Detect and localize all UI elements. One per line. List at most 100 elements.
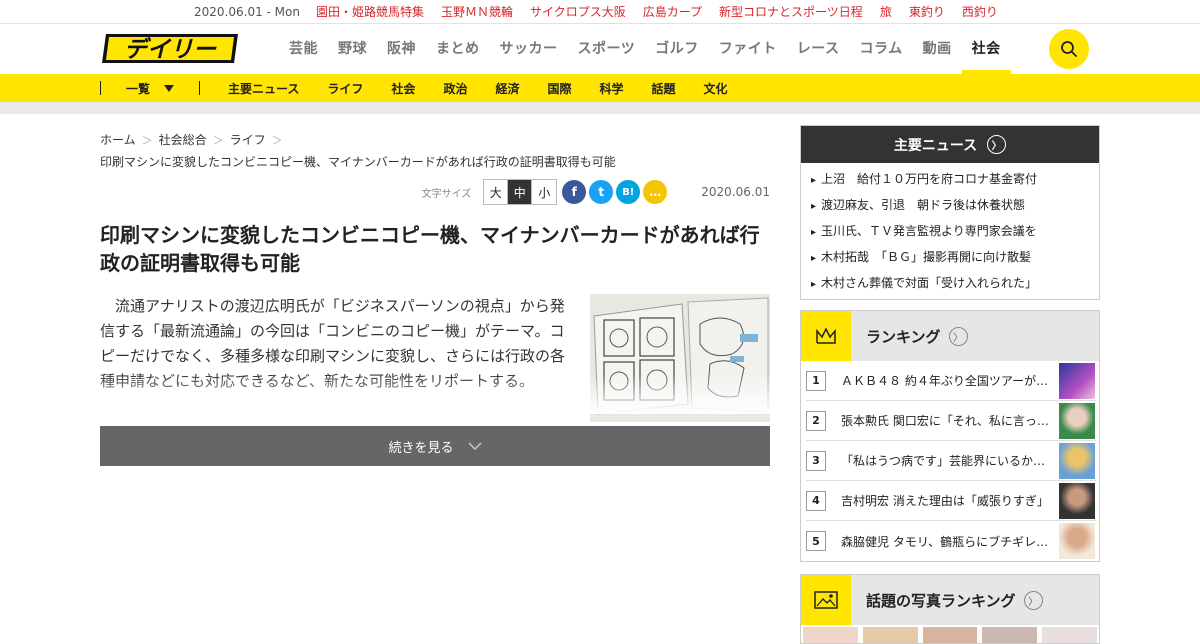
list-dropdown-label: 一覧 [126,81,151,96]
photo-ranking-header[interactable]: 話題の写真ランキング 〉 [801,575,1099,625]
breadcrumb: ホーム ＞ 社会総合 ＞ ライフ ＞ [100,131,770,148]
nav-soccer[interactable]: サッカー [490,24,568,74]
twitter-icon[interactable]: t [589,180,614,204]
rank-number: 3 [806,450,826,471]
chevron-right-icon: 〉 [1023,590,1043,610]
ranking-item[interactable]: 3 「私はうつ病です」芸能界にいるから… [806,441,1097,481]
nav-fight[interactable]: ファイト [709,24,787,74]
news-item[interactable]: 木村さん葬儀で対面「受け入れられた」 [811,271,1089,297]
read-more-button[interactable]: 続きを見る [100,426,770,466]
search-icon [1061,41,1077,57]
font-size-small[interactable]: 小 [532,180,556,204]
comment-icon[interactable]: … [643,180,668,204]
main-news-header[interactable]: 主要ニュース 〉 [801,126,1099,163]
facebook-icon[interactable]: f [562,180,587,204]
top-link-keirin[interactable]: 玉野ＭＮ競輪 [441,3,513,20]
list-dropdown[interactable]: 一覧 [126,80,175,97]
rank-number: 5 [806,531,826,551]
font-size-label: 文字サイズ [421,188,472,200]
subnav-topics[interactable]: 話題 [652,80,676,97]
news-item[interactable]: 木村拓哉 「ＢＧ」撮影再開に向け散髪 [811,245,1089,271]
nav-society[interactable]: 社会 [961,24,1011,74]
top-link-west-fishing[interactable]: 西釣り [962,3,998,20]
rank-thumbnail [1059,402,1095,439]
site-header: デイリー 芸能 野球 阪神 まとめ サッカー スポーツ ゴルフ ファイト レース… [0,24,1200,74]
nav-video[interactable]: 動画 [913,24,962,74]
share-buttons: f t B! … [562,180,668,204]
current-date: 2020.06.01 - Mon [194,4,300,19]
ranking-item[interactable]: 5 森脇健児 タモリ、鶴瓶らにブチギレ… [806,521,1097,561]
rank-thumbnail [1059,362,1095,399]
news-item[interactable]: 玉川氏、ＴＶ発言監視より専門家会議を [811,219,1089,245]
nav-geino[interactable]: 芸能 [279,24,328,74]
font-size-large[interactable]: 大 [484,180,509,204]
ranking-item[interactable]: 4 吉村明宏 消えた理由は「威張りすぎ」 [806,481,1097,521]
photo-ranking-box: 話題の写真ランキング 〉 [800,574,1100,644]
ranking-item[interactable]: 2 張本勲氏 関口宏に「それ、私に言っ… [806,401,1097,441]
rank-number: 1 [806,370,826,391]
read-more-label: 続きを見る [388,440,454,456]
chevron-right-icon: 〉 [987,135,1007,154]
subnav-science[interactable]: 科学 [599,80,623,97]
nav-sports[interactable]: スポーツ [568,24,646,74]
rank-headline: ＡＫＢ４８ 約４年ぶり全国ツアーが… [841,374,1049,388]
ranking-title: ランキング [866,327,941,346]
nav-yakyu[interactable]: 野球 [328,24,377,74]
subnav-international[interactable]: 国際 [547,80,571,97]
hatena-bookmark-icon[interactable]: B! [616,180,641,204]
top-links: 園田・姫路競馬特集 玉野ＭＮ競輪 サイクロプス大阪 広島カープ 新型コロナとスポ… [316,3,998,20]
lead-fade [100,374,770,414]
top-link-carp[interactable]: 広島カープ [643,3,702,20]
subnav-society[interactable]: 社会 [391,80,415,97]
top-link-keiba[interactable]: 園田・姫路競馬特集 [316,3,424,20]
grey-band [0,102,1200,114]
font-size-selector: 大 中 小 [483,179,558,205]
ranking-item[interactable]: 1 ＡＫＢ４８ 約４年ぶり全国ツアーが… [806,361,1097,401]
font-size-medium[interactable]: 中 [508,180,533,204]
subnav-main-news[interactable]: 主要ニュース [228,80,299,97]
chevron-right-icon: ＞ [271,133,283,147]
subnav-life[interactable]: ライフ [327,80,363,97]
breadcrumb-society[interactable]: 社会総合 [159,131,207,148]
nav-matome[interactable]: まとめ [426,24,490,74]
breadcrumb-life[interactable]: ライフ [230,131,266,148]
article: ホーム ＞ 社会総合 ＞ ライフ ＞ 印刷マシンに変貌したコンビニコピー機、マイ… [100,126,770,466]
ranking-header[interactable]: ランキング 〉 [801,311,1099,361]
subnav-economy[interactable]: 経済 [495,80,519,97]
nav-hanshin[interactable]: 阪神 [377,24,426,74]
rank-headline: 森脇健児 タモリ、鶴瓶らにブチギレ… [841,534,1049,549]
photo-ranking-title: 話題の写真ランキング [866,591,1016,610]
nav-race[interactable]: レース [787,24,850,74]
search-button[interactable] [1049,29,1089,69]
top-link-east-fishing[interactable]: 東釣り [909,3,945,20]
image-icon [801,575,851,625]
crown-icon [801,311,851,361]
chevron-right-icon: 〉 [948,326,968,346]
chevron-right-icon: ＞ [141,133,153,147]
top-link-cyclops[interactable]: サイクロプス大阪 [530,3,626,20]
chevron-right-icon: ＞ [212,133,224,147]
site-logo[interactable]: デイリー [100,31,240,66]
top-link-travel[interactable]: 旅 [880,3,892,20]
rank-thumbnail [1059,442,1095,479]
subnav-culture[interactable]: 文化 [704,80,728,97]
nav-column[interactable]: コラム [850,24,913,74]
news-item[interactable]: 上沼 給付１０万円を府コロナ基金寄付 [811,167,1089,193]
chevron-down-icon [468,442,481,450]
rank-headline: 張本勲氏 関口宏に「それ、私に言っ… [841,414,1049,428]
breadcrumb-home[interactable]: ホーム [100,131,136,148]
logo-text: デイリー [124,36,217,63]
ranking-box: ランキング 〉 1 ＡＫＢ４８ 約４年ぶり全国ツアーが… 2 張本勲氏 関口宏に… [800,310,1100,562]
breadcrumb-current: 印刷マシンに変貌したコンビニコピー機、マイナンバーカードがあれば行政の証明書取得… [100,155,616,169]
main-news-title: 主要ニュース [893,137,978,154]
nav-golf[interactable]: ゴルフ [645,24,709,74]
article-meta: 文字サイズ 大 中 小 f t B! … 2020.06.01 [100,179,770,205]
article-lead-area: 流通アナリストの渡辺広明氏が「ビジネスパーソンの視点」から発信する「最新流通論」… [100,294,770,422]
category-links: 主要ニュース ライフ 社会 政治 経済 国際 科学 話題 文化 [228,80,728,97]
subnav-politics[interactable]: 政治 [443,80,467,97]
news-item[interactable]: 渡辺麻友、引退 朝ドラ後は休養状態 [811,193,1089,219]
photo-thumbnails [801,625,1099,643]
ranking-list: 1 ＡＫＢ４８ 約４年ぶり全国ツアーが… 2 張本勲氏 関口宏に「それ、私に言っ… [801,361,1099,561]
top-link-corona-schedule[interactable]: 新型コロナとスポーツ日程 [719,3,863,20]
rank-headline: 吉村明宏 消えた理由は「威張りすぎ」 [841,494,1049,508]
